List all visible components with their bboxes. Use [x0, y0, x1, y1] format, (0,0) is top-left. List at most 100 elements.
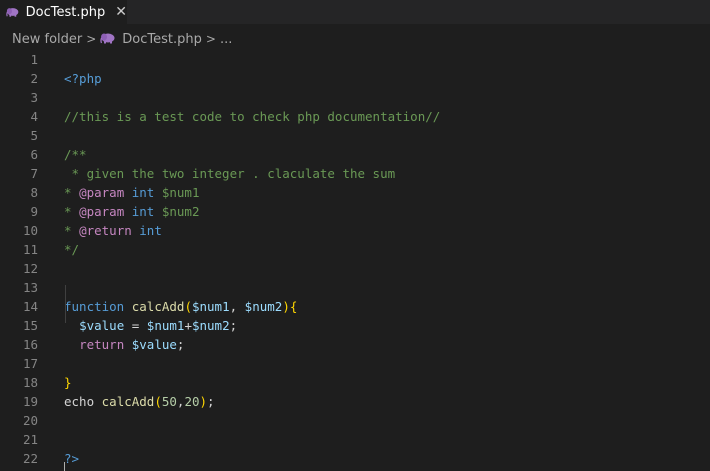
- code-token: $num2: [154, 204, 200, 219]
- code-token: *: [64, 185, 80, 200]
- line-number: 19: [22, 394, 38, 409]
- code-text: echo calcAdd(50,20);: [64, 392, 215, 411]
- text-cursor: [64, 462, 65, 471]
- code-text: * given the two integer . claculate the …: [64, 164, 396, 183]
- code-line[interactable]: 2 <?php: [0, 69, 710, 88]
- line-number: 14: [22, 299, 38, 314]
- code-token: (: [184, 299, 192, 314]
- code-line[interactable]: 22 ?>: [0, 449, 710, 468]
- code-line[interactable]: 7 * given the two integer . claculate th…: [0, 164, 710, 183]
- code-token: ;: [229, 318, 238, 333]
- tab-doctest-php[interactable]: DocTest.php ✕: [0, 0, 127, 24]
- code-token: return: [79, 337, 125, 352]
- code-token: $num2: [191, 318, 230, 333]
- code-token: @param: [79, 185, 125, 200]
- code-token: <?php: [64, 71, 102, 86]
- chevron-right-icon: >: [86, 32, 97, 46]
- code-line[interactable]: 14 function calcAdd($num1, $num2){: [0, 297, 710, 316]
- line-number: 6: [30, 147, 38, 162]
- code-line[interactable]: 19 echo calcAdd(50,20);: [0, 392, 710, 411]
- code-line[interactable]: 15 $value = $num1+$num2;: [0, 316, 710, 335]
- breadcrumb-file-label: DocTest.php: [122, 31, 202, 47]
- code-line[interactable]: 13: [0, 278, 710, 297]
- code-line[interactable]: 5: [0, 126, 710, 145]
- code-token: $num1: [146, 318, 185, 333]
- line-number: 5: [30, 128, 38, 143]
- code-token: (: [154, 394, 162, 409]
- code-token: */: [64, 242, 80, 257]
- code-token: $num2: [244, 299, 283, 314]
- code-token: ?>: [64, 451, 80, 466]
- code-text: */: [64, 240, 79, 259]
- code-token: function: [64, 299, 125, 314]
- line-number: 22: [22, 451, 38, 466]
- breadcrumb-more[interactable]: ...: [220, 32, 232, 47]
- code-token: }: [64, 375, 72, 390]
- code-token: int: [139, 223, 162, 238]
- line-number: 15: [22, 318, 38, 333]
- code-token: $value: [131, 337, 177, 352]
- code-token: int: [131, 185, 155, 200]
- code-token: 50: [161, 394, 177, 409]
- line-number: 17: [22, 356, 38, 371]
- code-line[interactable]: 18}: [0, 373, 710, 392]
- code-token: 20: [184, 394, 200, 409]
- code-token: $num1: [154, 185, 200, 200]
- code-token: calcAdd: [101, 394, 155, 409]
- line-number: 9: [30, 204, 38, 219]
- breadcrumb-file[interactable]: DocTest.php: [100, 32, 202, 47]
- code-text: //this is a test code to check php docum…: [64, 107, 440, 126]
- code-line[interactable]: 1: [0, 50, 710, 69]
- code-text: * @param int $num2: [64, 202, 199, 221]
- line-number: 11: [22, 242, 38, 257]
- code-token: /**: [64, 147, 87, 162]
- code-line[interactable]: 17: [0, 354, 710, 373]
- code-text: return $value;: [64, 335, 184, 354]
- code-token: ;: [176, 337, 185, 352]
- line-number: 2: [30, 71, 38, 86]
- code-text: * @param int $num1: [64, 183, 199, 202]
- code-token: @param: [79, 204, 125, 219]
- code-text: $value = $num1+$num2;: [64, 316, 237, 335]
- code-line[interactable]: 12: [0, 259, 710, 278]
- line-number: 8: [30, 185, 38, 200]
- indent-guide: [65, 285, 66, 323]
- code-token: +: [184, 318, 192, 333]
- line-number: 3: [30, 90, 38, 105]
- code-text: /**: [64, 145, 87, 164]
- code-token: echo: [64, 394, 102, 409]
- code-line[interactable]: 3: [0, 88, 710, 107]
- code-token: ): [282, 299, 290, 314]
- line-number: 7: [30, 166, 38, 181]
- code-editor[interactable]: 1 2 <?php 3 4//this is a test code to check …: [0, 50, 710, 471]
- close-icon[interactable]: ✕: [115, 5, 127, 19]
- line-number: 10: [22, 223, 38, 238]
- code-line[interactable]: 8 * @param int $num1: [0, 183, 710, 202]
- line-number: 13: [22, 280, 38, 295]
- code-token: ;: [207, 394, 215, 409]
- tab-bar: DocTest.php ✕: [0, 0, 710, 24]
- code-line[interactable]: 11 */: [0, 240, 710, 259]
- code-line[interactable]: 10 * @return int: [0, 221, 710, 240]
- breadcrumb-folder[interactable]: New folder: [12, 32, 82, 47]
- code-line[interactable]: 9 * @param int $num2: [0, 202, 710, 221]
- line-number: 1: [30, 52, 38, 67]
- code-line[interactable]: 6 /**: [0, 145, 710, 164]
- code-line[interactable]: 4 //this is a test code to check php docu…: [0, 107, 710, 126]
- code-token: {: [289, 299, 298, 314]
- code-token: $num1: [191, 299, 230, 314]
- tab-label: DocTest.php: [25, 4, 106, 20]
- code-text: }: [64, 373, 72, 392]
- code-token: *: [64, 223, 80, 238]
- line-number: 21: [22, 432, 38, 447]
- code-line[interactable]: 16 return $value;: [0, 335, 710, 354]
- code-line[interactable]: 20: [0, 411, 710, 430]
- code-line[interactable]: 21: [0, 430, 710, 449]
- code-token: //this is a test code to check php docum…: [64, 109, 441, 124]
- code-token: int: [131, 204, 155, 219]
